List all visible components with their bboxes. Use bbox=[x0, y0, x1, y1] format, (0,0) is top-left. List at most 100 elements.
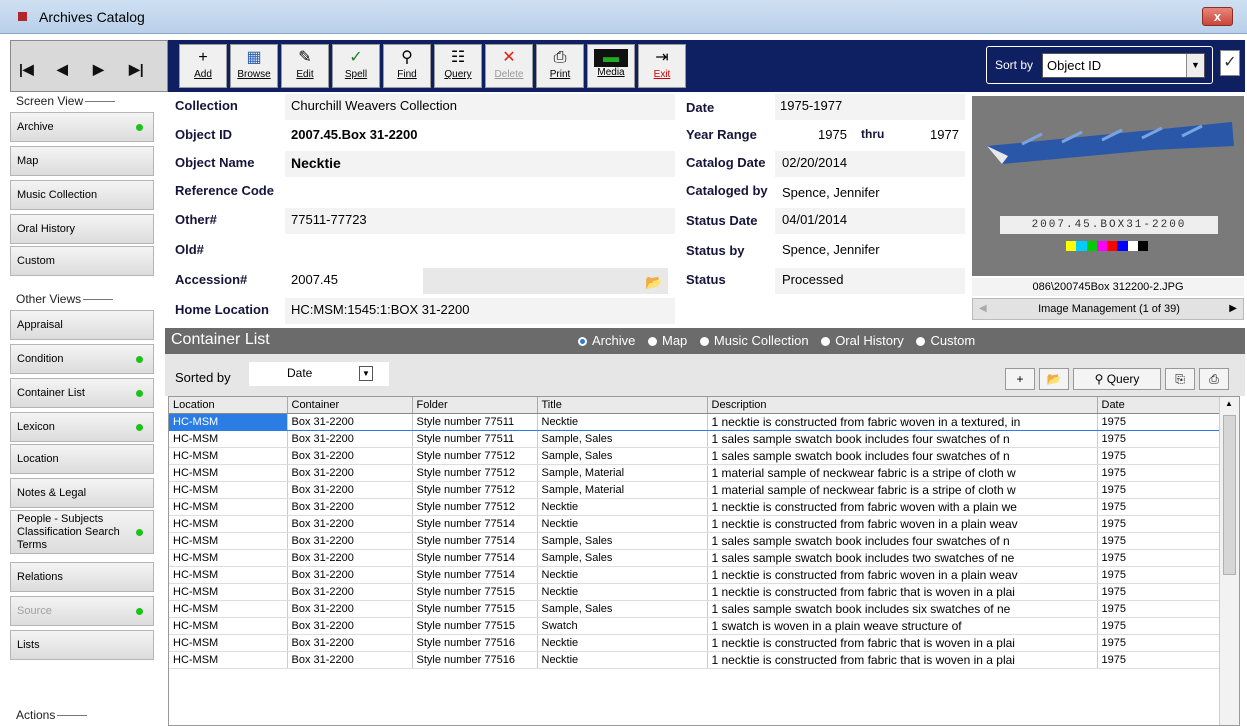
table-row[interactable]: HC-MSM Box 31-2200 Style number 77515 Neckt… bbox=[169, 583, 1222, 601]
column-header[interactable]: Container bbox=[287, 397, 413, 414]
table-cell[interactable]: Sample, Sales bbox=[537, 549, 708, 567]
date-field[interactable]: 1975-1977 bbox=[780, 98, 842, 113]
table-cell[interactable]: Box 31-2200 bbox=[287, 412, 413, 431]
year-from-field[interactable]: 1975 bbox=[818, 127, 847, 142]
delete-button[interactable]: ✕ Delete bbox=[485, 44, 533, 88]
table-cell[interactable]: 1 sales sample swatch book includes four… bbox=[707, 447, 1098, 465]
print-button[interactable]: ⎙ Print bbox=[536, 44, 584, 88]
radio-map[interactable]: Map bbox=[648, 333, 687, 348]
table-cell[interactable]: Style number 77512 bbox=[412, 498, 538, 516]
table-cell[interactable]: HC-MSM bbox=[169, 566, 288, 584]
find-button[interactable]: ⚲ Find bbox=[383, 44, 431, 88]
sidebar-item-lists[interactable]: Lists bbox=[10, 630, 154, 660]
radio-music-collection[interactable]: Music Collection bbox=[700, 333, 809, 348]
table-cell[interactable]: Style number 77511 bbox=[412, 412, 538, 431]
table-row[interactable]: HC-MSM Box 31-2200 Style number 77511 Sampl… bbox=[169, 430, 1222, 448]
sidebar-item-appraisal[interactable]: Appraisal bbox=[10, 310, 154, 340]
table-cell[interactable]: Box 31-2200 bbox=[287, 617, 413, 635]
table-cell[interactable]: Style number 77515 bbox=[412, 617, 538, 635]
exit-button[interactable]: ⇥ Exit bbox=[638, 44, 686, 88]
table-cell[interactable]: 1 sales sample swatch book includes six … bbox=[707, 600, 1098, 618]
radio-custom[interactable]: Custom bbox=[916, 333, 975, 348]
table-cell[interactable]: Style number 77516 bbox=[412, 634, 538, 652]
collection-field[interactable]: Churchill Weavers Collection bbox=[291, 98, 457, 113]
scrollbar-thumb[interactable] bbox=[1223, 415, 1236, 575]
table-row[interactable]: HC-MSM Box 31-2200 Style number 77512 Sampl… bbox=[169, 464, 1222, 482]
table-cell[interactable]: Box 31-2200 bbox=[287, 498, 413, 516]
add-button[interactable]: + Add bbox=[179, 44, 227, 88]
table-cell[interactable]: Style number 77512 bbox=[412, 481, 538, 499]
table-cell[interactable]: Sample, Sales bbox=[537, 532, 708, 550]
table-cell[interactable]: Box 31-2200 bbox=[287, 651, 413, 669]
table-cell[interactable]: HC-MSM bbox=[169, 583, 288, 601]
table-cell[interactable]: Necktie bbox=[537, 583, 708, 601]
table-row[interactable]: HC-MSM Box 31-2200 Style number 77514 Neckt… bbox=[169, 515, 1222, 533]
edit-button[interactable]: ✎ Edit bbox=[281, 44, 329, 88]
column-header[interactable]: Location bbox=[169, 397, 288, 414]
table-cell[interactable]: HC-MSM bbox=[169, 447, 288, 465]
sorted-by-select[interactable]: Date ▼ bbox=[249, 362, 389, 386]
scroll-up-icon[interactable]: ▲ bbox=[1225, 399, 1233, 408]
table-cell[interactable]: HC-MSM bbox=[169, 515, 288, 533]
table-cell[interactable]: HC-MSM bbox=[169, 430, 288, 448]
table-cell[interactable]: Box 31-2200 bbox=[287, 634, 413, 652]
table-cell[interactable]: HC-MSM bbox=[169, 617, 288, 635]
first-record-button[interactable]: |◀ bbox=[19, 61, 34, 78]
object-id-field[interactable]: 2007.45.Box 31-2200 bbox=[291, 127, 417, 142]
year-to-field[interactable]: 1977 bbox=[930, 127, 959, 142]
table-cell[interactable]: Sample, Material bbox=[537, 481, 708, 499]
table-cell[interactable]: HC-MSM bbox=[169, 481, 288, 499]
object-name-field[interactable]: Necktie bbox=[291, 155, 341, 171]
table-cell[interactable]: HC-MSM bbox=[169, 498, 288, 516]
folder-open-icon[interactable]: 📂 bbox=[645, 274, 665, 292]
table-cell[interactable]: 1 material sample of neckwear fabric is … bbox=[707, 464, 1098, 482]
query-list-button[interactable]: ⚲ Query bbox=[1073, 368, 1161, 390]
table-cell[interactable]: 1975 bbox=[1097, 651, 1222, 669]
table-cell[interactable]: 1975 bbox=[1097, 498, 1222, 516]
table-cell[interactable]: Sample, Sales bbox=[537, 430, 708, 448]
table-cell[interactable]: Style number 77512 bbox=[412, 447, 538, 465]
table-cell[interactable]: Style number 77511 bbox=[412, 430, 538, 448]
table-cell[interactable]: 1 necktie is constructed from fabric tha… bbox=[707, 583, 1098, 601]
table-cell[interactable]: Sample, Sales bbox=[537, 447, 708, 465]
table-cell[interactable]: Necktie bbox=[537, 412, 708, 431]
table-cell[interactable]: Style number 77515 bbox=[412, 583, 538, 601]
sidebar-item-condition[interactable]: Condition bbox=[10, 344, 154, 374]
table-cell[interactable]: Style number 77514 bbox=[412, 549, 538, 567]
other-number-field[interactable]: 77511-77723 bbox=[291, 212, 367, 227]
table-cell[interactable]: 1 necktie is constructed from fabric wov… bbox=[707, 412, 1098, 431]
table-row[interactable]: HC-MSM Box 31-2200 Style number 77512 Sampl… bbox=[169, 481, 1222, 499]
table-cell[interactable]: 1 swatch is woven in a plain weave struc… bbox=[707, 617, 1098, 635]
table-cell[interactable]: Necktie bbox=[537, 651, 708, 669]
table-cell[interactable]: Style number 77512 bbox=[412, 464, 538, 482]
table-row[interactable]: HC-MSM Box 31-2200 Style number 77514 Sampl… bbox=[169, 549, 1222, 567]
sidebar-item-location[interactable]: Location bbox=[10, 444, 154, 474]
open-folder-button[interactable]: 📂 bbox=[1039, 368, 1069, 390]
table-cell[interactable]: HC-MSM bbox=[169, 634, 288, 652]
table-cell[interactable]: Necktie bbox=[537, 634, 708, 652]
cataloged-by-field[interactable]: Spence, Jennifer bbox=[782, 185, 880, 200]
table-cell[interactable]: Box 31-2200 bbox=[287, 447, 413, 465]
table-cell[interactable]: 1975 bbox=[1097, 447, 1222, 465]
sidebar-item-container-list[interactable]: Container List bbox=[10, 378, 154, 408]
spell-button[interactable]: ✓ Spell bbox=[332, 44, 380, 88]
accession-field[interactable]: 2007.45 bbox=[291, 272, 338, 287]
table-cell[interactable]: Style number 77515 bbox=[412, 600, 538, 618]
last-record-button[interactable]: ▶| bbox=[129, 61, 144, 78]
media-button[interactable]: ▬ Media bbox=[587, 44, 635, 88]
table-cell[interactable]: Box 31-2200 bbox=[287, 515, 413, 533]
table-cell[interactable]: 1 sales sample swatch book includes four… bbox=[707, 532, 1098, 550]
table-cell[interactable]: 1 necktie is constructed from fabric wov… bbox=[707, 515, 1098, 533]
preview-button[interactable]: ⎘ bbox=[1165, 368, 1195, 390]
table-row[interactable]: HC-MSM Box 31-2200 Style number 77515 Swatc… bbox=[169, 617, 1222, 635]
table-cell[interactable]: 1 necktie is constructed from fabric wov… bbox=[707, 498, 1098, 516]
radio-oral-history[interactable]: Oral History bbox=[821, 333, 904, 348]
home-location-field[interactable]: HC:MSM:1545:1:BOX 31-2200 bbox=[291, 302, 469, 317]
sidebar-item-people-subjects[interactable]: People - Subjects Classification Search … bbox=[10, 510, 154, 554]
table-cell[interactable]: 1 necktie is constructed from fabric tha… bbox=[707, 634, 1098, 652]
table-cell[interactable]: 1975 bbox=[1097, 412, 1222, 431]
status-field[interactable]: Processed bbox=[782, 272, 843, 287]
table-cell[interactable]: Box 31-2200 bbox=[287, 430, 413, 448]
table-cell[interactable]: 1975 bbox=[1097, 549, 1222, 567]
add-row-button[interactable]: + bbox=[1005, 368, 1035, 390]
